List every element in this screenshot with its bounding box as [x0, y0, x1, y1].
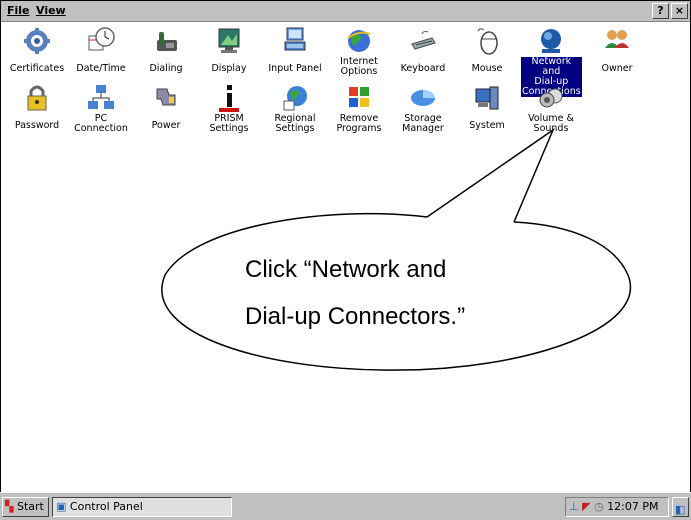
speaker-icon — [539, 88, 563, 108]
control-panel-item-storage-manager[interactable]: Storage Manager — [393, 83, 453, 135]
callout-line-1: Click “Network and — [245, 256, 447, 283]
taskbar: ▚ Start ▣ Control Panel ⊥ ◤ ◷ 12:07 PM ◧ — [0, 492, 691, 520]
control-panel-item-mouse[interactable]: Mouse — [457, 26, 517, 75]
globe-icon — [347, 30, 371, 52]
control-panel-item-input-panel[interactable]: Input Panel — [265, 26, 325, 75]
system-tray: ⊥ ◤ ◷ 12:07 PM — [565, 497, 669, 517]
item-label: Power — [151, 120, 181, 131]
show-desktop-button[interactable]: ◧ — [672, 497, 689, 517]
control-panel-item-certificates[interactable]: Certificates — [7, 26, 67, 75]
item-label: PRISM Settings — [209, 113, 249, 134]
file-menu[interactable]: File — [7, 4, 30, 17]
item-label: Password — [14, 120, 60, 131]
item-label: Display — [211, 63, 247, 74]
control-panel-item-display[interactable]: Display — [199, 26, 259, 75]
item-label: Keyboard — [400, 63, 446, 74]
input-panel-icon — [284, 27, 306, 51]
item-label: Dialing — [149, 63, 183, 74]
item-label: PC Connection — [74, 113, 128, 134]
desktop-icon: ◧ — [675, 503, 686, 516]
control-panel-item-date-time[interactable]: Date/Time — [71, 26, 131, 75]
clock-tray-icon[interactable]: ◷ — [594, 500, 604, 513]
control-panel-item-volume-sounds[interactable]: Volume & Sounds — [521, 83, 581, 135]
help-button[interactable]: ? — [652, 3, 669, 19]
item-label: Mouse — [471, 63, 503, 74]
clock-time[interactable]: 12:07 PM — [607, 500, 658, 513]
regional-globe-icon — [283, 86, 307, 111]
callout-line-2: Dial-up Connectors.” — [245, 303, 466, 330]
clock-icon — [88, 27, 115, 51]
item-label: Storage Manager — [402, 113, 444, 134]
close-button[interactable]: × — [671, 3, 688, 19]
item-label: Regional Settings — [274, 113, 316, 134]
keyboard-icon — [411, 30, 436, 50]
control-panel-item-password[interactable]: Password — [7, 83, 67, 132]
monitor-icon — [218, 28, 240, 53]
item-label: Remove Programs — [336, 113, 382, 134]
item-label: Certificates — [9, 63, 65, 74]
control-panel-window: File View ? × Certificates Date/Time Dia… — [0, 0, 691, 493]
control-panel-item-owner[interactable]: Owner — [587, 26, 647, 75]
pc-connection-icon — [88, 85, 114, 109]
control-panel-item-regional-settings[interactable]: Regional Settings — [265, 83, 325, 135]
system-icon — [475, 86, 499, 110]
red-pen-icon[interactable]: ◤ — [582, 500, 590, 513]
control-panel-item-dialing[interactable]: Dialing — [136, 26, 196, 75]
start-label: Start — [16, 500, 44, 513]
control-panel-item-keyboard[interactable]: Keyboard — [393, 26, 453, 75]
remove-programs-icon — [349, 87, 369, 107]
info-icon — [219, 85, 239, 112]
phone-icon — [157, 32, 177, 51]
item-label: Volume & Sounds — [528, 113, 574, 134]
control-panel-item-power[interactable]: Power — [136, 83, 196, 132]
view-menu[interactable]: View — [36, 4, 66, 17]
storage-icon — [411, 90, 435, 106]
taskbar-button-control-panel[interactable]: ▣ Control Panel — [52, 497, 232, 517]
control-panel-item-remove-programs[interactable]: Remove Programs — [329, 83, 389, 135]
control-panel-item-system[interactable]: System — [457, 83, 517, 132]
start-button[interactable]: ▚ Start — [2, 497, 49, 517]
network-tray-icon[interactable]: ⊥ — [569, 500, 579, 513]
control-panel-item-prism-settings[interactable]: PRISM Settings — [199, 83, 259, 135]
windows-flag-icon: ▚ — [5, 500, 14, 513]
menu-bar: File View ? × — [1, 1, 690, 22]
mouse-icon — [477, 28, 498, 55]
power-icon — [156, 88, 176, 106]
item-label: System — [469, 120, 505, 131]
certificates-icon — [24, 28, 50, 54]
item-label: Input Panel — [268, 63, 322, 74]
control-panel-item-pc-connection[interactable]: PC Connection — [71, 83, 131, 135]
users-icon — [605, 30, 629, 48]
control-panel-icon: ▣ — [56, 500, 67, 513]
item-label: Internet Options — [340, 56, 378, 77]
lock-icon — [27, 85, 47, 111]
task-label: Control Panel — [69, 500, 143, 513]
network-globe-icon — [541, 29, 561, 53]
control-panel-item-internet-options[interactable]: Internet Options — [329, 26, 389, 78]
item-label: Date/Time — [76, 63, 126, 74]
item-label: Owner — [601, 63, 633, 74]
